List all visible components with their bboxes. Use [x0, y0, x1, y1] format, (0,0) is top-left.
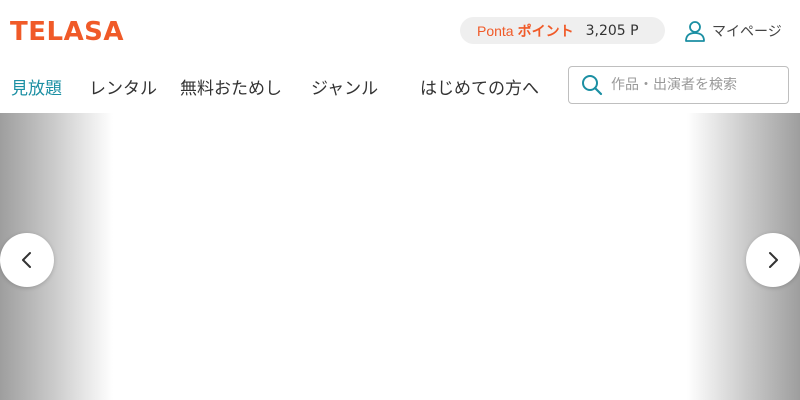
ponta-points-badge[interactable]: Ponta ポイント 3,205 P: [460, 17, 665, 44]
nav-item-unlimited[interactable]: 見放題: [11, 74, 62, 99]
ponta-points-label: ポイント: [517, 23, 574, 40]
search-input[interactable]: [611, 77, 781, 93]
chevron-left-icon: [22, 252, 31, 268]
hero-carousel: [0, 113, 800, 400]
nav-item-genre[interactable]: ジャンル: [311, 74, 378, 99]
carousel-next-button[interactable]: [746, 233, 800, 287]
header: TELASA Ponta ポイント 3,205 P マイページ: [0, 0, 800, 60]
mypage-label: マイページ: [712, 24, 782, 40]
user-icon: [685, 21, 705, 42]
search-icon: [582, 75, 603, 96]
ponta-label: Ponta: [477, 22, 514, 39]
search-box[interactable]: [568, 66, 789, 104]
mypage-link[interactable]: マイページ: [684, 19, 782, 43]
main-nav: 見放題 レンタル 無料おためし ジャンル はじめての方へ: [0, 62, 560, 108]
nav-item-free-trial[interactable]: 無料おためし: [180, 74, 282, 99]
nav-item-rental[interactable]: レンタル: [89, 74, 157, 99]
nav-item-first-time[interactable]: はじめての方へ: [420, 74, 539, 99]
carousel-prev-button[interactable]: [0, 233, 54, 287]
logo-text: TELASA: [10, 17, 125, 47]
ponta-points-value: 3,205 P: [585, 22, 639, 39]
telasa-logo[interactable]: TELASA: [10, 17, 124, 47]
chevron-right-icon: [769, 252, 778, 268]
